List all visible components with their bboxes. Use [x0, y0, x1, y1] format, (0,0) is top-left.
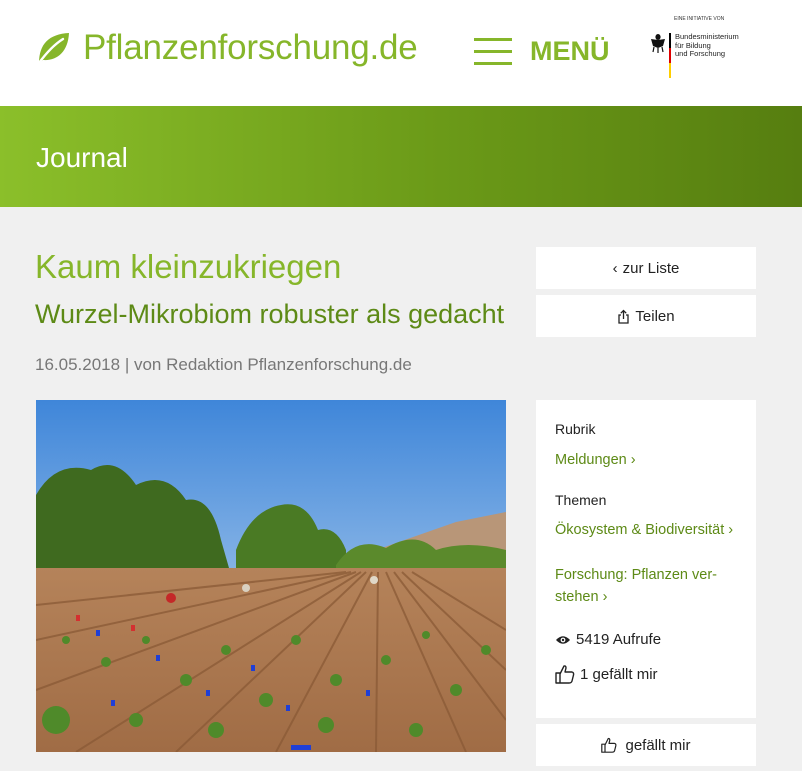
like-button[interactable]: gefällt mir [536, 724, 756, 766]
back-to-list-button[interactable]: ‹ zur Liste [536, 247, 756, 289]
views-count: 5419 Aufrufe [555, 631, 661, 648]
ministry-name: Bundesministerium für Bildung und Forsch… [675, 32, 739, 58]
sponsor-tagline: EINE INITIATIVE VON [674, 16, 725, 22]
section-title: Journal [36, 142, 128, 173]
article-date: 16.05.2018 [35, 355, 121, 374]
article-title: Kaum kleinzukriegen [35, 248, 342, 285]
site-header: Pflanzenforschung.de MENÜ EINE INITIATIV… [0, 0, 802, 106]
german-flag-stripe [669, 33, 671, 78]
likes-count: 1 gefällt mir [555, 664, 658, 684]
federal-eagle-icon [651, 34, 665, 53]
share-icon [618, 309, 630, 324]
thumbs-up-icon [601, 737, 617, 753]
rubrik-label: Rubrik [555, 421, 596, 437]
section-banner: Journal [0, 106, 802, 207]
themen-link-oekosystem[interactable]: Ökosystem & Biodiversität › [555, 519, 745, 541]
article-info-box: Rubrik Meldungen › Themen Ökosystem & Bi… [536, 400, 756, 718]
article-meta: 16.05.2018 | von Redaktion Pflanzenforsc… [35, 355, 412, 375]
back-to-list-label: zur Liste [622, 259, 680, 277]
thumbs-up-icon [555, 665, 575, 684]
eye-icon [556, 635, 570, 644]
article-subtitle: Wurzel-Mikrobiom robuster als gedacht [35, 299, 505, 329]
share-button[interactable]: Teilen [536, 295, 756, 337]
chevron-left-icon: ‹ [612, 259, 618, 277]
themen-link-forschung[interactable]: Forschung: Pflanzen ver-stehen › [555, 564, 745, 608]
like-button-label: gefällt mir [625, 736, 691, 754]
views-text: 5419 Aufrufe [576, 631, 662, 648]
likes-text: 1 gefällt mir [580, 665, 658, 683]
article-image [36, 400, 506, 752]
site-logo-text[interactable]: Pflanzenforschung.de [83, 28, 418, 68]
meta-separator: | [120, 355, 134, 374]
menu-button[interactable]: MENÜ [474, 34, 610, 68]
hamburger-icon [474, 37, 512, 65]
menu-label: MENÜ [530, 35, 610, 66]
themen-label: Themen [555, 492, 607, 508]
leaf-logo-icon[interactable] [35, 30, 71, 66]
rubrik-link[interactable]: Meldungen › [555, 449, 745, 471]
bmbf-logo[interactable]: EINE INITIATIVE VON Bundesministerium fü… [648, 16, 758, 86]
article-author: von Redaktion Pflanzenforschung.de [133, 355, 412, 374]
share-label: Teilen [635, 307, 675, 325]
